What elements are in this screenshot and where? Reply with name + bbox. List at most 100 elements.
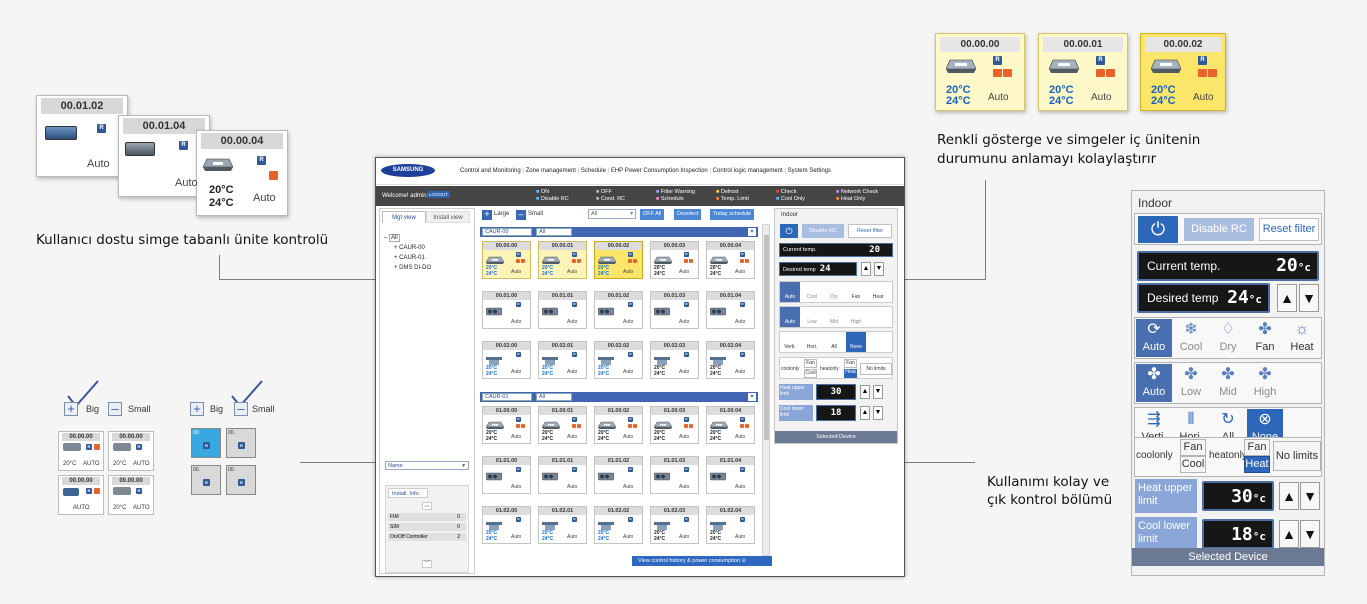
tree-item-dms[interactable]: + DMS DI-DO [384,263,431,273]
mode-auto-button[interactable]: ⟳ Auto [1136,319,1172,357]
temp-down-button[interactable]: ▼ [1299,284,1319,312]
nav-system-settings[interactable]: System Settings [788,168,831,174]
cool-button[interactable]: Cool [804,369,817,378]
unit-card[interactable]: 01.00.01 R 20°C 24°C Auto [538,406,587,444]
tab-mgt-view[interactable]: Mgt view [382,211,426,223]
swing-hori-button[interactable]: Hori. [802,332,822,352]
deselect-button[interactable]: Deselect [674,209,702,220]
nav-schedule[interactable]: Schedule [581,168,606,174]
disable-rc-button[interactable]: Disable RC [1184,218,1254,241]
chevron-up-icon[interactable]: ︿ [422,502,432,510]
heat-fan-button[interactable]: Fan [844,359,857,368]
today-schedule-button[interactable]: Today schedule [710,209,755,220]
power-button[interactable]: ⏻ [1138,216,1178,243]
unit-card[interactable]: 01.01.02 R Auto [594,456,643,494]
unit-card[interactable]: 01.00.02 R 20°C 24°C Auto [594,406,643,444]
unit-card[interactable]: 00.01.03 R Auto [650,291,699,329]
heat-fan-button[interactable]: Fan [1244,439,1270,456]
heat-upper-down-button[interactable]: ▼ [1300,482,1320,510]
fan-low-button[interactable]: ✤ Low [1173,364,1209,402]
unit-card[interactable]: 00.02.00 R 20°C 24°C Auto [482,341,531,379]
reset-filter-button[interactable]: Reset filter [1259,218,1319,241]
history-link[interactable]: View control history & power consumption… [632,556,772,566]
fan-low-button[interactable]: Low [802,307,822,327]
unit-card[interactable]: 01.01.01 R Auto [538,456,587,494]
name-select[interactable]: Name ▾ [385,461,469,470]
group-bar-caur-00[interactable]: CAUR-00 All ▾ [480,227,758,237]
group-filter-select[interactable]: All [536,393,572,401]
fan-mid-button[interactable]: Mid [824,307,844,327]
cool-fan-button[interactable]: Fan [804,359,817,368]
mode-fan-button[interactable]: ✤ Fan [1247,319,1283,357]
nav-power-inspection[interactable]: EHP Power Consumption Inspection [611,168,708,174]
tab-install-view[interactable]: Install view [426,211,470,223]
unit-card[interactable]: 01.01.00 R Auto [482,456,531,494]
mode-dry-button[interactable]: Dry [824,282,844,302]
temp-up-button[interactable]: ▲ [1277,284,1297,312]
selected-device-bar[interactable]: Selected Device [1132,548,1324,566]
temp-down-button[interactable]: ▼ [874,262,884,276]
mode-auto-button[interactable]: Auto [780,282,800,302]
unit-card[interactable]: 01.00.04 R 20°C 24°C Auto [706,406,755,444]
cool-fan-button[interactable]: Fan [1180,439,1206,456]
heat-upper-down-button[interactable]: ▼ [873,385,883,399]
temp-up-button[interactable]: ▲ [861,262,871,276]
unit-card[interactable]: 00.02.02 R 20°C 24°C Auto [594,341,643,379]
unit-card[interactable]: 01.02.03 R 20°C 24°C Auto [650,506,699,544]
fan-auto-button[interactable]: ✤ Auto [1136,364,1172,402]
mode-heat-button[interactable]: ☼ Heat [1284,319,1320,357]
mode-fan-button[interactable]: Fan [846,282,866,302]
off-all-button[interactable]: OFF All [640,209,665,220]
nav-control-logic[interactable]: Control logic management [713,168,783,174]
unit-card[interactable]: 00.00.01 R 20°C 24°C Auto [538,241,587,279]
heat-button[interactable]: Heat [1244,456,1270,473]
fan-auto-button[interactable]: Auto [780,307,800,327]
mode-heat-button[interactable]: Heat [868,282,888,302]
install-info-tab[interactable]: Install. Info. [388,488,428,498]
group-select[interactable]: CAUR-00 [482,228,532,236]
unit-card[interactable]: 01.00.03 R 20°C 24°C Auto [650,406,699,444]
mode-dry-button[interactable]: ♢ Dry [1210,319,1246,357]
unit-card[interactable]: 01.00.00 R 20°C 24°C Auto [482,406,531,444]
fan-mid-button[interactable]: ✤ Mid [1210,364,1246,402]
swing-verti-button[interactable]: Verti. [780,332,800,352]
small-button[interactable]: – [516,210,526,220]
collapse-icon[interactable]: ▾ [748,228,756,236]
heat-upper-up-button[interactable]: ▲ [860,385,870,399]
fan-high-button[interactable]: High [846,307,866,327]
tree-item-all[interactable]: – All [384,233,431,243]
unit-card[interactable]: 00.01.02 R Auto [594,291,643,329]
nav-control-monitoring[interactable]: Control and Monitoring [460,168,521,174]
tree-item-caur-00[interactable]: + CAUR-00 [384,243,431,253]
unit-card[interactable]: 00.00.00 R 20°C 24°C Auto [482,241,531,279]
group-select[interactable]: CAUR-01 [482,393,532,401]
swing-none-button[interactable]: None [846,332,866,352]
unit-card[interactable]: 00.02.04 R 20°C 24°C Auto [706,341,755,379]
unit-card[interactable]: 01.02.00 R 20°C 24°C Auto [482,506,531,544]
unit-card[interactable]: 00.01.01 R Auto [538,291,587,329]
unit-card[interactable]: 00.00.03 R 20°C 24°C Auto [650,241,699,279]
heat-upper-up-button[interactable]: ▲ [1279,482,1299,510]
heat-button[interactable]: Heat [844,369,857,378]
mode-cool-button[interactable]: ❄ Cool [1173,319,1209,357]
filter-select[interactable]: All ▾ [588,209,636,219]
chevron-down-icon[interactable]: ﹀ [422,560,432,568]
unit-card[interactable]: 01.02.02 R 20°C 24°C Auto [594,506,643,544]
nav-zone-management[interactable]: Zone management [526,168,576,174]
minus-button[interactable]: – [108,402,122,416]
selected-device-bar[interactable]: Selected Device [775,431,897,443]
unit-card[interactable]: 01.01.04 R Auto [706,456,755,494]
power-button[interactable]: ⏻ [780,224,798,238]
cool-button[interactable]: Cool [1180,456,1206,473]
mode-cool-button[interactable]: Cool [802,282,822,302]
minus-button[interactable]: – [234,402,248,416]
unit-card[interactable]: 01.01.03 R Auto [650,456,699,494]
cool-lower-down-button[interactable]: ▼ [1300,520,1320,548]
scroll-thumb[interactable] [764,235,769,440]
unit-card[interactable]: 00.00.02 R 20°C 24°C Auto [594,241,643,279]
logout-button[interactable]: LOGOUT [427,191,451,198]
fan-high-button[interactable]: ✤ High [1247,364,1283,402]
no-limits-button[interactable]: No limits [1273,441,1321,471]
cool-lower-up-button[interactable]: ▲ [860,406,870,420]
unit-card[interactable]: 00.01.04 R Auto [706,291,755,329]
